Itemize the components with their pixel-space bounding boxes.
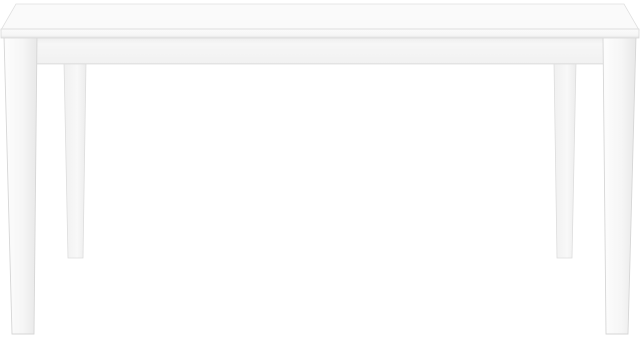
back-leg-left — [63, 61, 87, 259]
apron — [33, 36, 607, 65]
front-legs — [3, 35, 637, 335]
front-leg-left — [3, 35, 38, 335]
tabletop — [0, 3, 640, 39]
white-dining-table — [0, 3, 640, 335]
tabletop-edge — [0, 28, 640, 39]
tabletop-surface — [0, 3, 640, 31]
back-leg-right — [553, 61, 577, 259]
back-legs — [63, 61, 577, 259]
product-image — [0, 0, 640, 340]
front-leg-right — [602, 35, 637, 335]
